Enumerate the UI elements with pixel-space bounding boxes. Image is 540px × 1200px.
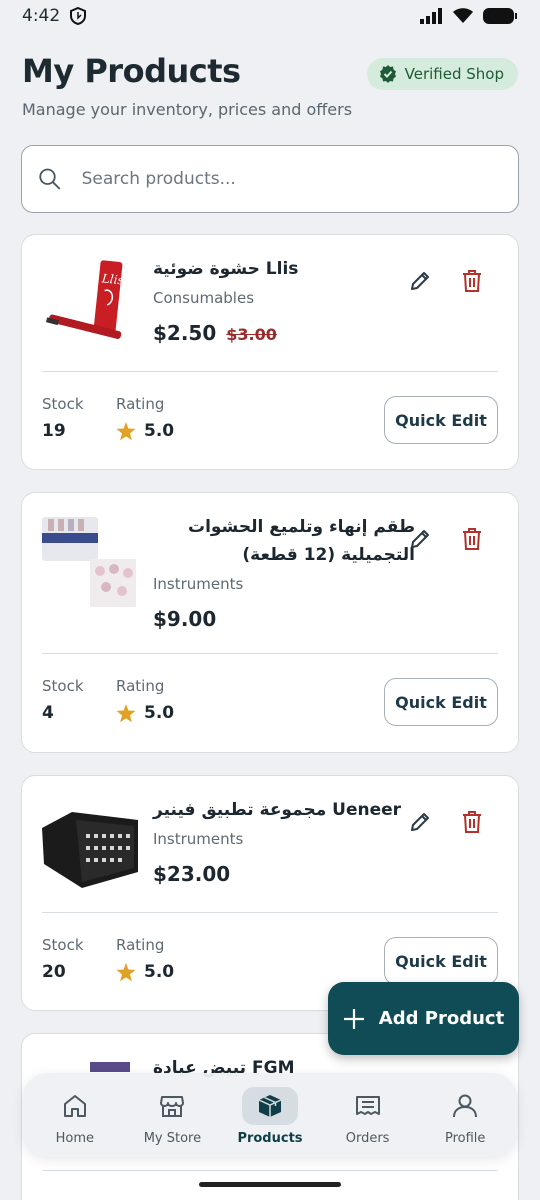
store-icon xyxy=(160,1095,185,1117)
page-subtitle: Manage your inventory, prices and offers xyxy=(22,100,353,119)
rating-number: 5.0 xyxy=(144,421,175,441)
current-price: $23.00 xyxy=(153,862,231,886)
product-category: Instruments xyxy=(153,575,244,593)
star-icon xyxy=(116,703,136,722)
rating-label: Rating xyxy=(116,936,165,954)
rating-label: Rating xyxy=(116,677,165,695)
quick-edit-button[interactable]: Quick Edit xyxy=(384,678,498,726)
nav-item-orders[interactable]: Orders xyxy=(323,1087,413,1146)
product-category: Instruments xyxy=(153,830,244,848)
nav-item-home[interactable]: Home xyxy=(30,1087,120,1146)
page-header: My Products Manage your inventory, price… xyxy=(22,52,518,119)
edit-button[interactable] xyxy=(402,804,438,840)
current-price: $2.50 xyxy=(153,321,217,345)
home-icon xyxy=(63,1094,86,1117)
add-product-label: Add Product xyxy=(378,1008,505,1029)
nav-item-products[interactable]: Products xyxy=(225,1086,315,1146)
current-price: $9.00 xyxy=(153,607,217,631)
nav-label-products: Products xyxy=(237,1130,303,1146)
nav-label-my-store: My Store xyxy=(143,1130,202,1146)
status-time: 4:42 xyxy=(22,6,61,26)
old-price: $3.00 xyxy=(226,325,277,344)
home-indicator[interactable] xyxy=(199,1182,341,1187)
product-price: $2.50 $3.00 xyxy=(153,321,277,345)
rating-label: Rating xyxy=(116,395,165,413)
pencil-icon xyxy=(411,813,429,831)
rating-value: 5.0 xyxy=(116,421,174,441)
stock-label: Stock xyxy=(42,677,84,695)
rating-value: 5.0 xyxy=(116,703,174,723)
battery-icon xyxy=(483,8,517,24)
delete-button[interactable] xyxy=(454,263,490,299)
product-name: طقم إنهاء وتلميع الحشوات التجميلية (12 ق… xyxy=(153,513,415,569)
package-icon xyxy=(258,1094,282,1117)
stock-value: 4 xyxy=(42,703,54,723)
search-icon xyxy=(39,168,61,190)
product-image-llis: Llis xyxy=(42,257,138,353)
shield-status-icon xyxy=(70,7,87,25)
product-card[interactable]: طقم إنهاء وتلميع الحشوات التجميلية (12 ق… xyxy=(21,492,519,753)
product-image-veneer-kit xyxy=(42,798,138,894)
product-card[interactable]: Llis حشوة ضوئية Llis Consumables $2.50 $… xyxy=(21,234,519,470)
card-divider xyxy=(42,653,498,654)
trash-icon xyxy=(463,528,481,550)
plus-icon xyxy=(343,1008,364,1029)
nav-label-orders: Orders xyxy=(345,1130,390,1146)
card-divider xyxy=(42,1170,498,1171)
delete-button[interactable] xyxy=(454,804,490,840)
receipt-icon xyxy=(355,1095,380,1115)
pencil-icon xyxy=(411,530,429,548)
edit-button[interactable] xyxy=(402,521,438,557)
stock-label: Stock xyxy=(42,936,84,954)
star-icon xyxy=(116,962,136,981)
edit-button[interactable] xyxy=(402,263,438,299)
verified-check-icon xyxy=(379,65,396,83)
card-divider xyxy=(42,912,498,913)
svg-text:Llis: Llis xyxy=(100,271,124,287)
quick-edit-button[interactable]: Quick Edit xyxy=(384,396,498,444)
profile-icon xyxy=(453,1094,478,1117)
nav-item-my-store[interactable]: My Store xyxy=(127,1087,217,1146)
stock-label: Stock xyxy=(42,395,84,413)
nav-label-profile: Profile xyxy=(444,1130,486,1146)
quick-edit-button[interactable]: Quick Edit xyxy=(384,937,498,985)
stock-value: 19 xyxy=(42,421,66,441)
product-name: مجموعة تطبيق فينير Ueneer xyxy=(153,800,402,820)
signal-icon xyxy=(420,8,442,24)
product-name: حشوة ضوئية Llis xyxy=(153,259,299,279)
product-image-polishing-kit xyxy=(42,515,138,611)
product-name-line2: التجميلية (12 قطعة) xyxy=(242,545,415,565)
product-card[interactable]: مجموعة تطبيق فينير Ueneer Instruments $2… xyxy=(21,775,519,1011)
search-input[interactable] xyxy=(81,169,502,189)
pencil-icon xyxy=(411,272,429,290)
product-price: $9.00 xyxy=(153,607,216,631)
product-category: Consumables xyxy=(153,289,255,307)
card-divider xyxy=(42,371,498,372)
rating-number: 5.0 xyxy=(144,703,175,723)
delete-button[interactable] xyxy=(454,521,490,557)
verified-shop-badge: Verified Shop xyxy=(366,58,518,90)
wifi-icon xyxy=(453,8,473,23)
product-price: $23.00 xyxy=(153,862,230,886)
add-product-button[interactable]: Add Product xyxy=(328,982,519,1055)
verified-shop-label: Verified Shop xyxy=(404,65,504,83)
product-name-line1: طقم إنهاء وتلميع الحشوات xyxy=(187,517,415,537)
rating-value: 5.0 xyxy=(116,962,174,982)
trash-icon xyxy=(463,270,481,292)
search-bar[interactable] xyxy=(21,145,519,213)
nav-label-home: Home xyxy=(55,1130,94,1146)
status-bar: 4:42 xyxy=(0,0,540,32)
bottom-nav: Home My Store Products Orders Profile xyxy=(22,1073,518,1159)
star-icon xyxy=(116,421,136,440)
stock-value: 20 xyxy=(42,962,66,982)
rating-number: 5.0 xyxy=(144,962,175,982)
nav-item-profile[interactable]: Profile xyxy=(420,1087,510,1146)
trash-icon xyxy=(463,811,481,833)
